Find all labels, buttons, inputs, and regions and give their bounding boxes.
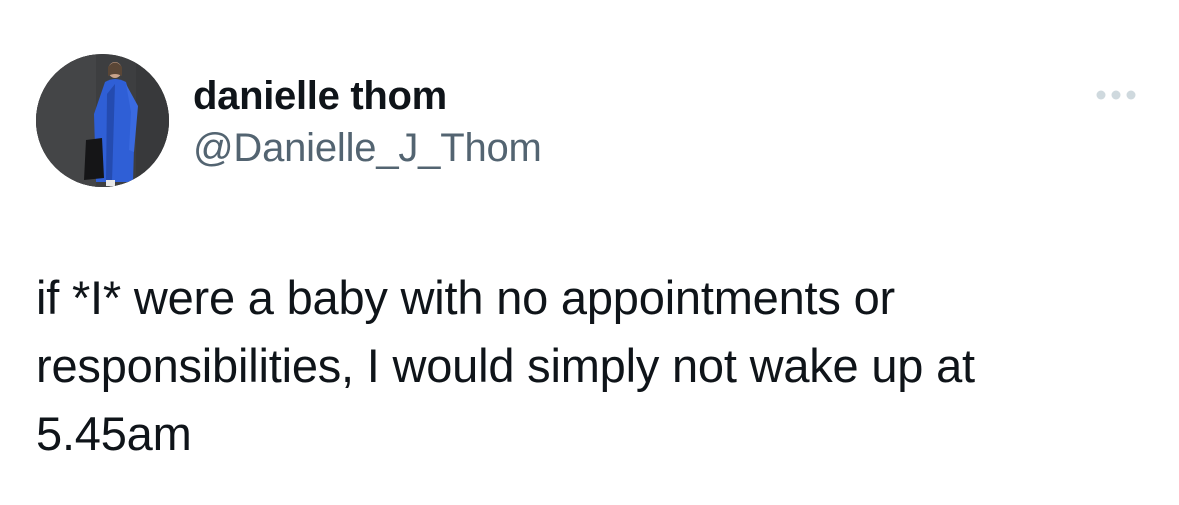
profile-photo-icon [36, 54, 169, 187]
author-display-name[interactable]: danielle thom [193, 72, 447, 120]
tweet-text-line: if *I* were a baby with no appointments … [36, 271, 895, 324]
author-handle[interactable]: @Danielle_J_Thom [193, 124, 542, 172]
tweet-text: if *I* were a baby with no appointments … [36, 264, 1146, 468]
tweet-card: danielle thom @Danielle_J_Thom if *I* we… [0, 0, 1179, 505]
tweet-text-line: responsibilities, I would simply not wak… [36, 339, 975, 392]
more-options-button[interactable] [1086, 80, 1146, 110]
avatar[interactable] [36, 54, 169, 187]
tweet-text-line: 5.45am [36, 407, 192, 460]
more-horizontal-icon [1096, 90, 1136, 100]
